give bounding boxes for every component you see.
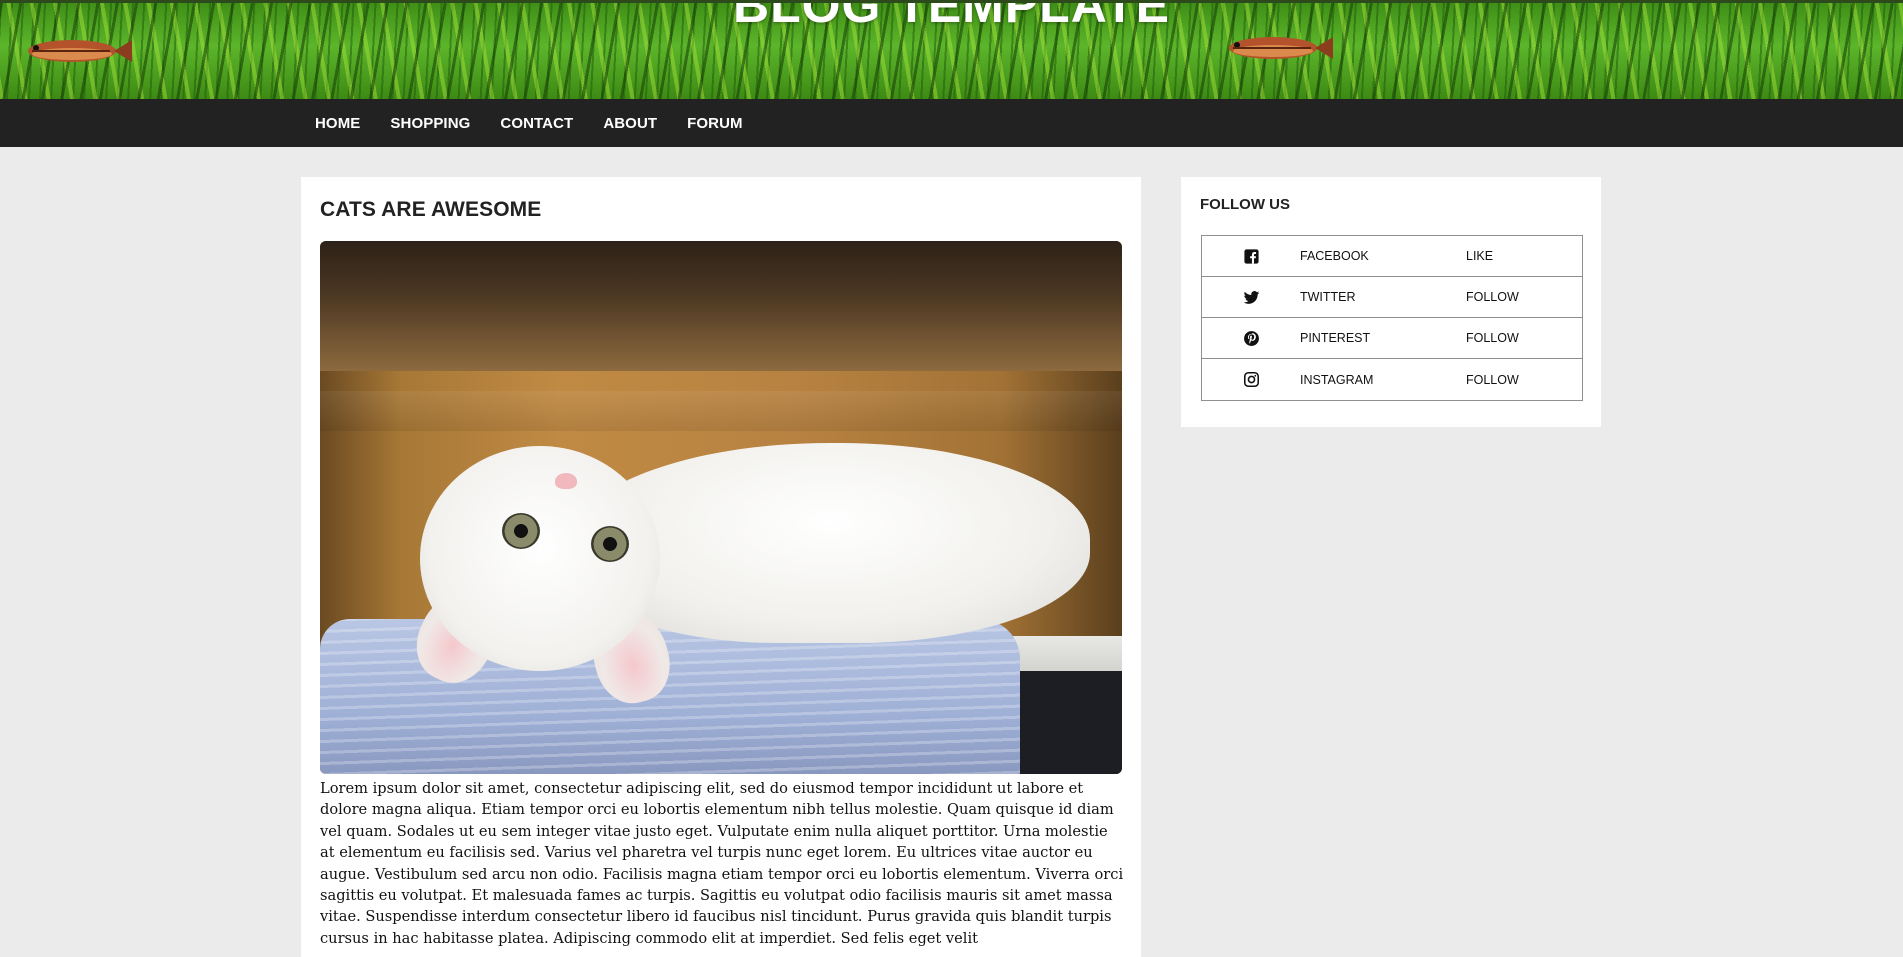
social-row-facebook[interactable]: FACEBOOK LIKE bbox=[1202, 236, 1582, 277]
social-row-pinterest[interactable]: PINTEREST FOLLOW bbox=[1202, 318, 1582, 359]
nav-item-about[interactable]: ABOUT bbox=[588, 99, 672, 147]
image-background bbox=[320, 391, 1122, 431]
sidebar-follow-card: FOLLOW US FACEBOOK LIKE TWITTER FOLLOW P… bbox=[1181, 177, 1601, 427]
pinterest-icon bbox=[1202, 330, 1300, 347]
social-name: FACEBOOK bbox=[1300, 249, 1369, 263]
article-image bbox=[320, 241, 1122, 774]
nav-list: HOME SHOPPING CONTACT ABOUT FORUM bbox=[300, 99, 758, 147]
nav-item-contact[interactable]: CONTACT bbox=[485, 99, 588, 147]
social-table: FACEBOOK LIKE TWITTER FOLLOW PINTEREST F… bbox=[1201, 235, 1583, 401]
twitter-icon bbox=[1202, 289, 1300, 306]
facebook-icon bbox=[1202, 248, 1300, 265]
like-link[interactable]: LIKE bbox=[1466, 249, 1493, 263]
image-background bbox=[320, 241, 1122, 371]
sidebar-title: FOLLOW US bbox=[1200, 196, 1290, 213]
cat-eye bbox=[502, 513, 540, 549]
header-banner: BLOG TEMPLATE bbox=[0, 0, 1903, 99]
nav-item-shopping[interactable]: SHOPPING bbox=[375, 99, 485, 147]
cat-nose bbox=[555, 473, 577, 489]
social-name: INSTAGRAM bbox=[1300, 372, 1374, 387]
social-row-twitter[interactable]: TWITTER FOLLOW bbox=[1202, 277, 1582, 318]
social-name: PINTEREST bbox=[1300, 331, 1371, 345]
follow-link[interactable]: FOLLOW bbox=[1466, 290, 1519, 304]
fish-image bbox=[28, 40, 132, 62]
article-title: CATS ARE AWESOME bbox=[320, 198, 542, 221]
article-card: CATS ARE AWESOME Lorem ipsum dolor sit a… bbox=[301, 177, 1141, 957]
cat-eye bbox=[591, 526, 629, 562]
cat-head bbox=[420, 446, 660, 671]
social-row-instagram[interactable]: INSTAGRAM FOLLOW bbox=[1202, 359, 1582, 400]
instagram-icon bbox=[1202, 371, 1300, 388]
follow-link[interactable]: FOLLOW bbox=[1466, 373, 1519, 387]
nav-item-forum[interactable]: FORUM bbox=[672, 99, 758, 147]
fish-image bbox=[1229, 37, 1333, 59]
social-name: TWITTER bbox=[1300, 290, 1356, 304]
article-body: Lorem ipsum dolor sit amet, consectetur … bbox=[320, 780, 1124, 947]
nav-item-home[interactable]: HOME bbox=[300, 99, 375, 147]
main-nav: HOME SHOPPING CONTACT ABOUT FORUM bbox=[0, 99, 1903, 147]
follow-link[interactable]: FOLLOW bbox=[1466, 331, 1519, 345]
site-title: BLOG TEMPLATE bbox=[732, 0, 1171, 33]
